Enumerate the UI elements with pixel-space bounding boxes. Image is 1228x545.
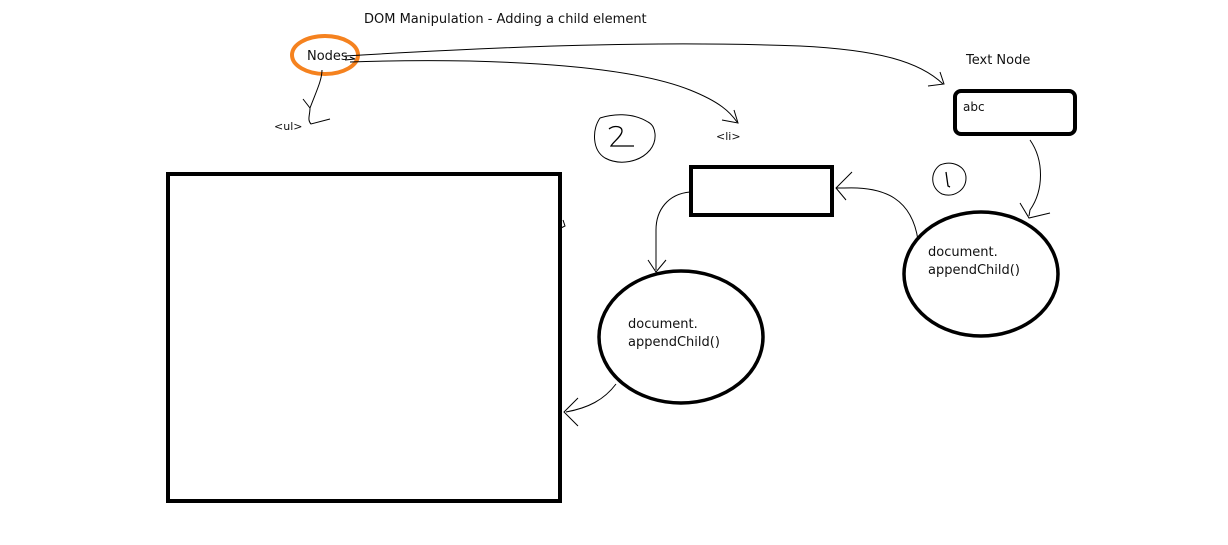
step-2-annotation: [594, 114, 656, 163]
append-child-label-2: document. appendChild(): [628, 316, 720, 351]
append-child-2-line1: document.: [628, 317, 698, 332]
diagram-title: DOM Manipulation - Adding a child elemen…: [364, 12, 647, 27]
li-label: <li>: [716, 130, 741, 143]
diagram-canvas: [166, 34, 1077, 503]
ul-container-box: [166, 172, 562, 503]
nodes-label: Nodes: [307, 49, 348, 64]
append-child-label-1: document. appendChild(): [928, 244, 1020, 279]
append1-to-li-arrow: [836, 187, 919, 241]
nodes-to-li-arrowhead: [721, 109, 739, 124]
step-2-digit: [608, 125, 634, 147]
text-node-label: Text Node: [966, 53, 1031, 68]
li-element-box: [689, 165, 834, 217]
step-1-annotation: [932, 162, 967, 196]
ul-label: <ul>: [274, 120, 303, 133]
append-child-2-line2: appendChild(): [628, 334, 720, 350]
nodes-to-li-arrow: [349, 60, 738, 123]
nodes-to-textnode-arrow: [344, 43, 944, 85]
append-child-1-line2: appendChild(): [928, 262, 1020, 278]
textnode-to-append1-arrow: [1028, 139, 1041, 217]
step-1-digit: [945, 171, 951, 188]
text-node-value: abc: [963, 100, 985, 114]
nodes-to-ul-branch: [302, 69, 331, 125]
textnode-to-append1-arrowhead: [1019, 202, 1051, 219]
append1-to-li-arrowhead: [835, 171, 853, 201]
append-child-1-line1: document.: [928, 245, 998, 260]
li-to-append2-arrow: [655, 191, 691, 270]
append2-to-ul-arrow: [565, 383, 617, 413]
li-to-append2-arrowhead: [647, 259, 667, 273]
